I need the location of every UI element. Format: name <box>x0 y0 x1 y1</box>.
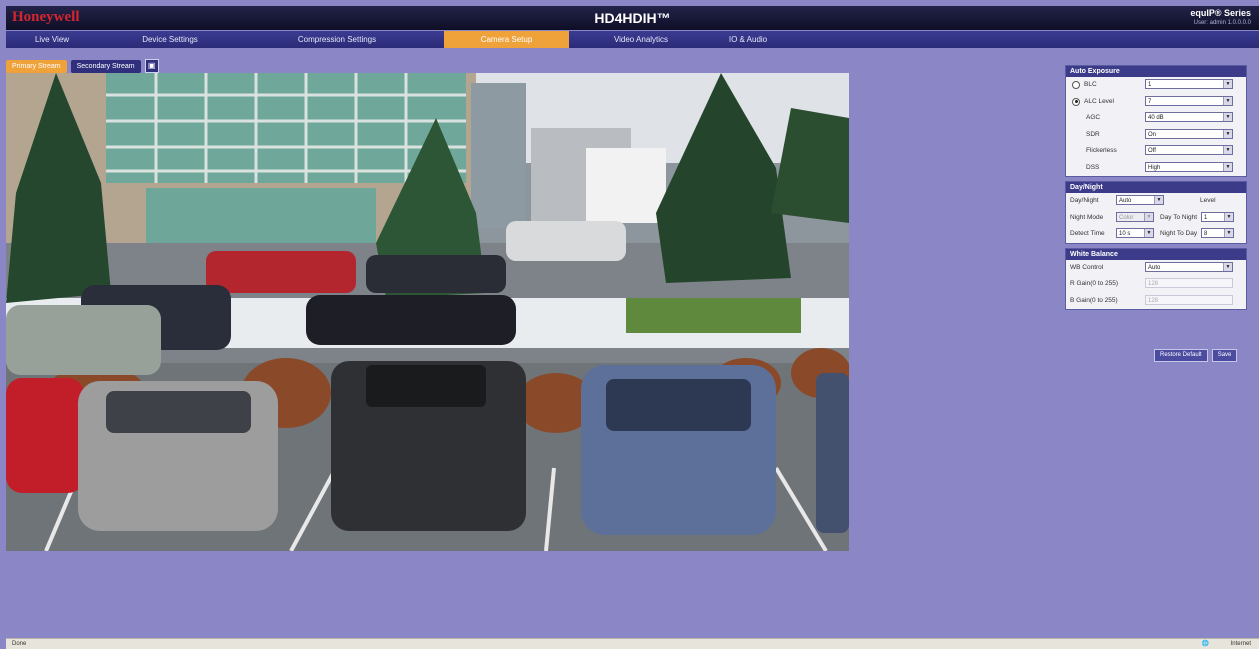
popout-video-icon[interactable]: ▣ <box>144 59 159 73</box>
settings-panel: Auto Exposure BLC 1 ALC Level 7 AGC 40 d… <box>1065 65 1247 314</box>
sdr-select[interactable]: On <box>1145 128 1233 139</box>
tab-io-audio[interactable]: IO & Audio <box>713 31 783 48</box>
day-night-section: Day/Night Day/Night Auto Level Night Mod… <box>1065 181 1247 244</box>
title-bar: Honeywell HD4HDIH™ equIP® Series User: a… <box>6 6 1259 30</box>
alc-level-select[interactable]: 7 <box>1145 95 1233 106</box>
white-balance-title: White Balance <box>1066 248 1246 260</box>
day-to-night-select[interactable]: 1 <box>1201 211 1234 222</box>
panel-buttons: Restore Default Save <box>1154 349 1238 362</box>
flickerless-label: Flickerless <box>1086 147 1117 154</box>
blc-label: BLC <box>1084 81 1097 88</box>
restore-default-button[interactable]: Restore Default <box>1154 349 1208 362</box>
tab-camera-setup[interactable]: Camera Setup <box>444 31 569 48</box>
day-night-title: Day/Night <box>1066 182 1246 193</box>
night-to-day-select[interactable]: 8 <box>1201 228 1234 238</box>
auto-exposure-section: Auto Exposure BLC 1 ALC Level 7 AGC 40 d… <box>1065 65 1247 177</box>
tab-secondary-stream[interactable]: Secondary Stream <box>70 59 141 73</box>
browser-status-bar: Done 🌐 Internet <box>6 638 1259 649</box>
level-label: Level <box>1200 197 1216 204</box>
day-to-night-label: Day To Night <box>1160 213 1198 221</box>
tab-primary-stream[interactable]: Primary Stream <box>6 59 67 73</box>
white-balance-section: White Balance WB Control Auto R Gain(0 t… <box>1065 247 1247 310</box>
day-night-select[interactable]: Auto <box>1116 195 1164 205</box>
stream-tabs: Primary Stream Secondary Stream ▣ <box>6 59 159 73</box>
parking-lot-scene <box>6 73 849 551</box>
dss-label: DSS <box>1086 163 1100 171</box>
r-gain-input[interactable]: 128 <box>1145 278 1233 288</box>
product-title: HD4HDIH™ <box>594 10 671 26</box>
night-to-day-label: Night To Day <box>1160 230 1198 237</box>
b-gain-input[interactable]: 128 <box>1145 294 1233 305</box>
agc-label: AGC <box>1086 114 1101 121</box>
tab-compression-settings[interactable]: Compression Settings <box>242 31 432 48</box>
wb-control-select[interactable]: Auto <box>1145 261 1233 272</box>
agc-select[interactable]: 40 dB <box>1145 112 1233 122</box>
day-night-label: Day/Night <box>1070 197 1099 204</box>
alc-level-label: ALC Level <box>1084 97 1114 105</box>
r-gain-label: R Gain(0 to 255) <box>1070 280 1119 287</box>
detect-time-select[interactable]: 10 s <box>1116 228 1154 238</box>
main-nav: Live View Device Settings Compression Se… <box>6 31 1259 48</box>
user-info: User: admin 1.0.0.0.0 <box>1193 20 1251 26</box>
save-button[interactable]: Save <box>1211 349 1238 362</box>
live-video-view[interactable] <box>6 73 849 551</box>
night-mode-label: Night Mode <box>1070 213 1104 221</box>
series-label: equIP® Series <box>1190 8 1251 18</box>
tab-live-view[interactable]: Live View <box>6 31 98 48</box>
b-gain-label: B Gain(0 to 255) <box>1070 296 1118 304</box>
blc-radio[interactable] <box>1072 81 1080 89</box>
sdr-label: SDR <box>1086 130 1100 138</box>
blc-select[interactable]: 1 <box>1145 79 1233 89</box>
night-mode-select[interactable]: Color <box>1116 211 1154 222</box>
alc-level-radio[interactable] <box>1072 97 1080 106</box>
tab-device-settings[interactable]: Device Settings <box>100 31 240 48</box>
dss-select[interactable]: High <box>1145 161 1233 172</box>
auto-exposure-title: Auto Exposure <box>1066 66 1246 77</box>
flickerless-select[interactable]: Off <box>1145 145 1233 155</box>
wb-control-label: WB Control <box>1070 263 1104 271</box>
tab-video-analytics[interactable]: Video Analytics <box>571 31 711 48</box>
detect-time-label: Detect Time <box>1070 230 1105 237</box>
